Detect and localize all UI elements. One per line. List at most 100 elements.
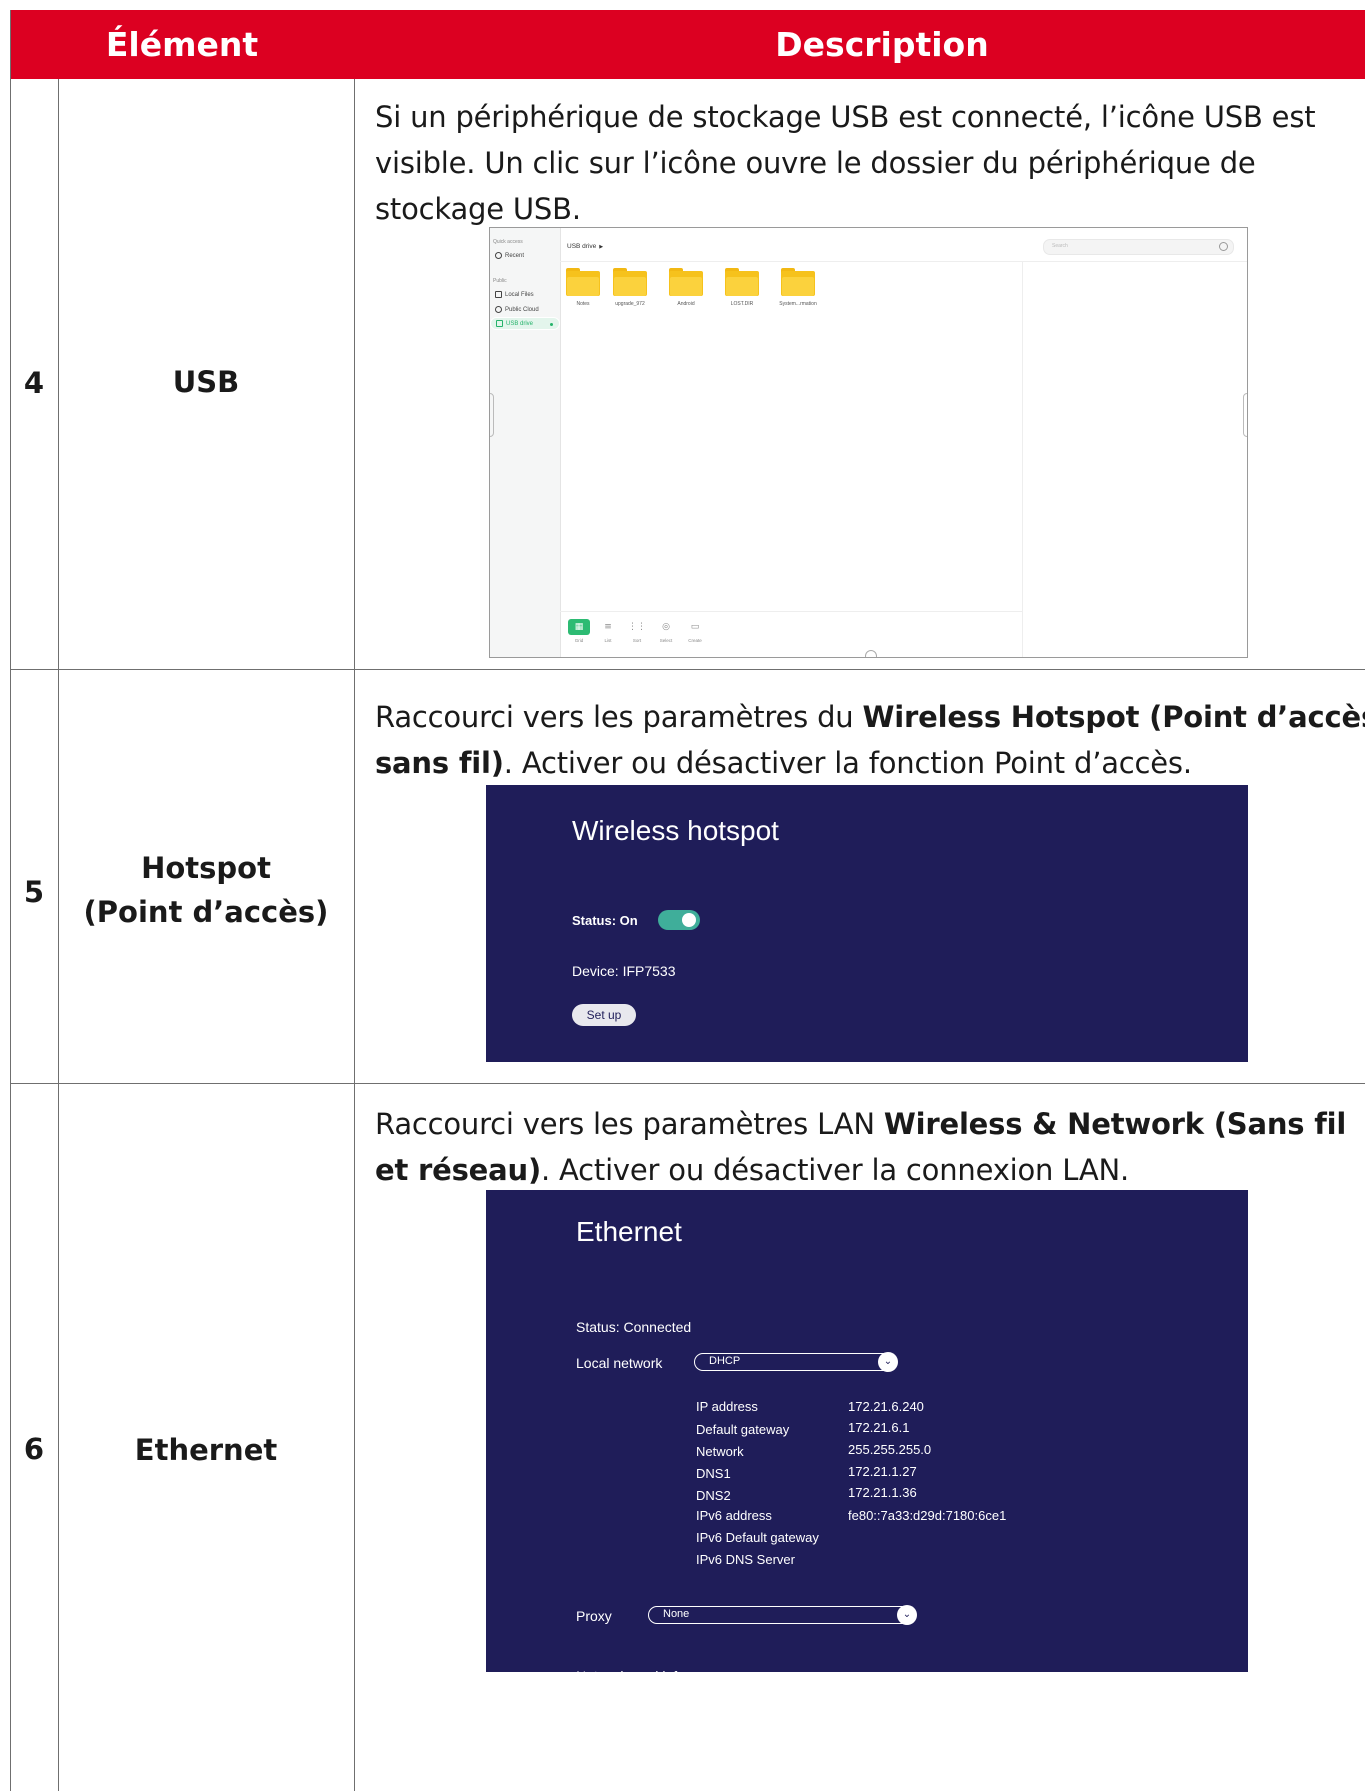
header-element: Élément bbox=[105, 25, 259, 64]
eject-dot-icon[interactable] bbox=[550, 323, 553, 326]
folder-label: LOST.DIR bbox=[730, 301, 754, 307]
info-label: IPv6 Default gateway bbox=[696, 1530, 819, 1545]
desc-text: Raccourci vers les paramètres LAN bbox=[375, 1107, 884, 1141]
folder-icon bbox=[566, 268, 600, 296]
row-element: Hotspot (Point d’accès) bbox=[58, 846, 354, 934]
select-button[interactable]: ◎ Select bbox=[654, 619, 678, 643]
right-edge-handle[interactable] bbox=[1243, 393, 1247, 437]
folder-icon bbox=[669, 268, 703, 296]
proxy-select[interactable]: None ⌄ bbox=[648, 1605, 917, 1625]
create-folder-button[interactable]: ▭ Create bbox=[683, 619, 707, 643]
info-label: IPv6 DNS Server bbox=[696, 1552, 795, 1567]
folder-icon bbox=[725, 268, 759, 296]
clock-icon bbox=[495, 252, 502, 259]
panel-title: Ethernet bbox=[576, 1216, 682, 1247]
folder-icon bbox=[781, 268, 815, 296]
grid-view-button[interactable]: ▦ Grid bbox=[567, 619, 591, 643]
desc-text: . Activer ou désactiver la fonction Poin… bbox=[503, 746, 1192, 780]
breadcrumb[interactable]: USB drive ▶ bbox=[567, 243, 603, 250]
setup-button[interactable]: Set up bbox=[572, 1004, 636, 1026]
chevron-down-icon: ⌄ bbox=[878, 1352, 898, 1372]
network-card-info-heading: Network card info bbox=[576, 1668, 685, 1684]
lan-mac: LAN MAC: 8c:35:92:1d:cc:00 bbox=[576, 1704, 731, 1718]
local-network-select[interactable]: DHCP ⌄ bbox=[694, 1352, 898, 1372]
info-value: 172.21.1.27 bbox=[848, 1464, 917, 1479]
info-label: DNS1 bbox=[696, 1466, 731, 1481]
sidebar-item-label: Local Files bbox=[505, 292, 534, 299]
row-divider bbox=[10, 669, 1365, 670]
drive-icon bbox=[495, 291, 502, 298]
hotspot-status: Status: On bbox=[572, 913, 638, 928]
info-value: fe80::7a33:d29d:7180:6ce1 bbox=[848, 1508, 1007, 1523]
info-value: 172.21.1.36 bbox=[848, 1485, 917, 1500]
hotspot-toggle[interactable] bbox=[658, 910, 700, 930]
row-divider bbox=[10, 1083, 1365, 1084]
row-element-line: Hotspot bbox=[141, 851, 271, 885]
row-number: 4 bbox=[23, 366, 45, 400]
folder-item[interactable]: Android bbox=[669, 268, 703, 307]
divider bbox=[1022, 261, 1023, 657]
row-description: Si un périphérique de stockage USB est c… bbox=[375, 100, 1316, 226]
select-value: None bbox=[663, 1608, 690, 1620]
list-icon: ≡ bbox=[604, 622, 612, 632]
column-divider-element bbox=[354, 79, 355, 1791]
sidebar-item-recent[interactable]: Recent bbox=[495, 252, 524, 259]
row-element: Ethernet bbox=[134, 1433, 278, 1467]
sidebar-item-label: USB drive bbox=[506, 321, 534, 327]
divider bbox=[560, 261, 1247, 262]
search-icon[interactable] bbox=[1219, 242, 1228, 251]
ethernet-status: Status: Connected bbox=[576, 1319, 692, 1335]
sort-button[interactable]: ⋮⋮ Sort bbox=[625, 619, 649, 643]
list-view-button[interactable]: ≡ List bbox=[596, 619, 620, 643]
left-edge-handle[interactable] bbox=[490, 393, 494, 437]
folder-item[interactable]: System...rmation bbox=[779, 268, 817, 307]
header-description: Description bbox=[775, 25, 989, 64]
select-value: DHCP bbox=[709, 1355, 741, 1367]
row-description: Raccourci vers les paramètres LAN Wirele… bbox=[375, 1101, 1365, 1193]
sidebar-item-public-cloud[interactable]: Public Cloud bbox=[495, 306, 539, 313]
info-value: 255.255.255.0 bbox=[848, 1442, 932, 1457]
folder-icon bbox=[613, 268, 647, 296]
file-manager-screenshot: Quick access Recent Public Local Files P… bbox=[489, 227, 1248, 658]
sidebar-section-public: Public bbox=[493, 278, 507, 284]
sidebar-item-label: Public Cloud bbox=[505, 307, 539, 314]
grid-icon: ▦ bbox=[568, 619, 590, 635]
toolbar-label: Grid bbox=[574, 638, 584, 643]
ethernet-panel: Ethernet Status: Connected Local network… bbox=[486, 1190, 1248, 1748]
toolbar-label: Select bbox=[659, 638, 673, 643]
divider bbox=[560, 611, 1022, 612]
info-label: DNS2 bbox=[696, 1488, 731, 1503]
file-manager-sidebar: Quick access Recent Public Local Files P… bbox=[490, 228, 561, 657]
chevron-down-icon: ⌄ bbox=[897, 1605, 917, 1625]
caret-right-icon: ▶ bbox=[599, 244, 604, 250]
sidebar-section-quick-access: Quick access bbox=[493, 239, 523, 245]
wireless-hotspot-panel: Wireless hotspot Status: On Device: IFP7… bbox=[486, 785, 1248, 1062]
toolbar-label: Create bbox=[688, 638, 702, 643]
search-placeholder: Search bbox=[1052, 243, 1068, 249]
info-label: Network bbox=[696, 1444, 744, 1459]
row-number: 5 bbox=[23, 875, 45, 909]
proxy-label: Proxy bbox=[576, 1608, 612, 1624]
folder-label: Android bbox=[677, 301, 695, 307]
hotspot-device: Device: IFP7533 bbox=[572, 963, 676, 979]
wol-mac: WOL MAC: 8c:35:92:1d:cc:00 bbox=[576, 1730, 735, 1744]
home-indicator-icon[interactable] bbox=[865, 650, 877, 657]
search-input[interactable]: Search bbox=[1043, 239, 1234, 255]
wol-toggle[interactable] bbox=[734, 1728, 776, 1748]
toolbar-label: Sort bbox=[632, 638, 642, 643]
sidebar-item-usb-drive[interactable]: USB drive bbox=[490, 317, 560, 330]
info-value: 172.21.6.1 bbox=[848, 1420, 910, 1435]
check-circle-icon: ◎ bbox=[662, 622, 670, 632]
sidebar-item-label: Recent bbox=[505, 253, 525, 260]
folder-item[interactable]: Notes bbox=[566, 268, 600, 307]
toolbar-label: List bbox=[604, 638, 612, 643]
folder-item[interactable]: upgrade_972 bbox=[613, 268, 647, 307]
sidebar-item-local-files[interactable]: Local Files bbox=[495, 291, 534, 298]
breadcrumb-label: USB drive bbox=[567, 243, 597, 250]
info-label: IP address bbox=[696, 1399, 758, 1414]
folder-item[interactable]: LOST.DIR bbox=[725, 268, 759, 307]
usb-icon bbox=[496, 319, 503, 327]
folder-label: upgrade_972 bbox=[615, 301, 645, 307]
local-network-label: Local network bbox=[576, 1355, 663, 1371]
info-value: 172.21.6.240 bbox=[848, 1399, 924, 1414]
